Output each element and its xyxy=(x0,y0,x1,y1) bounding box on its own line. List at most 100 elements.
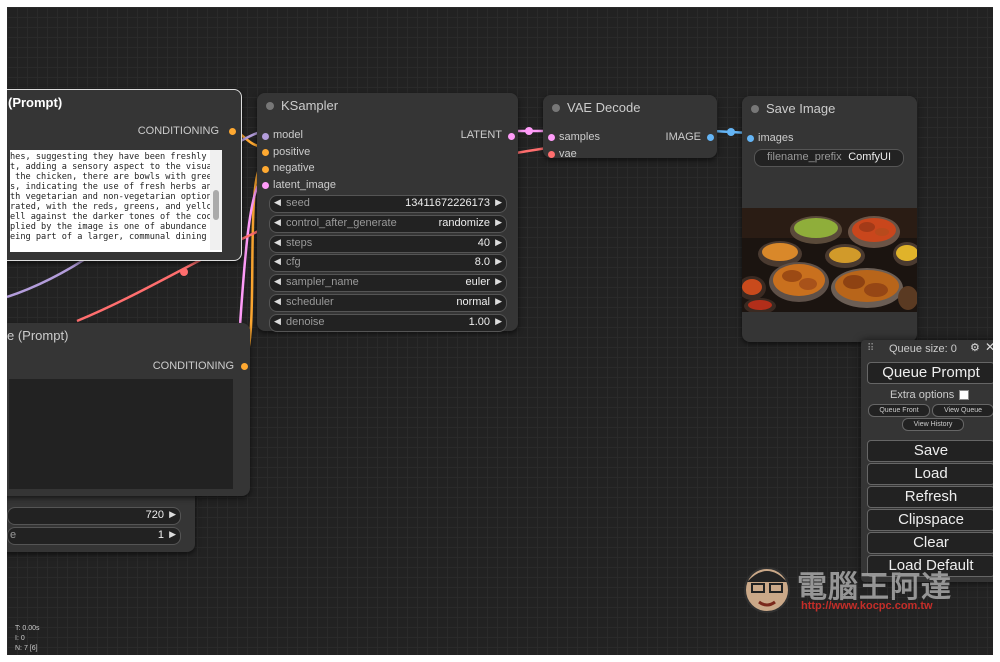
input-model-label: model xyxy=(273,129,303,141)
wire-image-dot xyxy=(727,128,735,136)
input-negative-pin[interactable] xyxy=(262,166,269,173)
save-button[interactable]: Save xyxy=(867,440,993,462)
ksampler-node[interactable]: KSampler model positive negative latent_… xyxy=(257,93,518,332)
widget-sampler-name[interactable]: ◀ sampler_name euler ▶ xyxy=(269,274,507,292)
arrow-right-icon[interactable]: ▶ xyxy=(495,296,502,307)
arrow-left-icon[interactable]: ◀ xyxy=(274,296,281,307)
arrow-right-icon[interactable]: ▶ xyxy=(495,237,502,248)
node-title: Save Image xyxy=(766,101,836,116)
widget-value: 8.0 xyxy=(474,256,490,268)
widget-value: euler xyxy=(465,276,490,288)
arrow-right-icon[interactable]: ▶ xyxy=(169,529,176,540)
node-title-bar[interactable]: Save Image xyxy=(742,96,917,122)
clear-button[interactable]: Clear xyxy=(867,532,993,554)
stats-iterations: I: 0 xyxy=(15,635,25,642)
widget-label: denoise xyxy=(286,316,325,328)
clipspace-button[interactable]: Clipspace xyxy=(867,509,993,531)
arrow-left-icon[interactable]: ◀ xyxy=(274,217,281,228)
arrow-left-icon[interactable]: ◀ xyxy=(274,237,281,248)
widget-batch-value: 1 xyxy=(157,529,164,541)
input-negative-label: negative xyxy=(273,162,315,174)
arrow-right-icon[interactable]: ▶ xyxy=(495,217,502,228)
prompt-textarea[interactable]: hes, suggesting they have been freshly t… xyxy=(10,150,222,252)
input-images-pin[interactable] xyxy=(747,135,754,142)
node-title: (Prompt) xyxy=(8,95,63,110)
vae-decode-node[interactable]: VAE Decode samples vae IMAGE xyxy=(543,95,717,160)
widget-label: cfg xyxy=(286,256,301,268)
output-image-label: IMAGE xyxy=(665,131,701,143)
collapse-dot-icon[interactable] xyxy=(751,105,759,113)
node-title-bar[interactable]: e (Prompt) xyxy=(7,323,250,349)
widget-value: normal xyxy=(456,296,490,308)
arrow-left-icon[interactable]: ◀ xyxy=(274,197,281,208)
widget-label: scheduler xyxy=(286,296,334,308)
output-image-pin[interactable] xyxy=(707,134,714,141)
widget-label: seed xyxy=(286,197,310,209)
widget-height-value: 720 xyxy=(145,509,164,521)
arrow-right-icon[interactable]: ▶ xyxy=(495,276,502,287)
queue-front-button[interactable]: Queue Front xyxy=(868,404,930,417)
output-conditioning-label: CONDITIONING xyxy=(137,125,219,137)
widget-label: steps xyxy=(286,237,313,249)
arrow-left-icon[interactable]: ◀ xyxy=(274,276,281,287)
arrow-right-icon[interactable]: ▶ xyxy=(495,316,502,327)
widget-value: 40 xyxy=(477,237,490,249)
node-title-bar[interactable]: (Prompt) xyxy=(7,90,241,116)
extra-options-checkbox[interactable] xyxy=(959,390,969,400)
wire-reroute-dot xyxy=(180,268,188,276)
arrow-right-icon[interactable]: ▶ xyxy=(169,509,176,520)
generated-image-preview[interactable] xyxy=(742,208,917,312)
output-conditioning-pin[interactable] xyxy=(229,128,236,135)
input-samples-label: samples xyxy=(559,131,600,143)
widget-cfg[interactable]: ◀ cfg 8.0 ▶ xyxy=(269,254,507,272)
arrow-left-icon[interactable]: ◀ xyxy=(274,316,281,327)
queue-menu-panel[interactable]: ⠿ Queue size: 0 ⚙ ✕ Queue Prompt Extra o… xyxy=(861,340,993,582)
widget-filename-prefix[interactable]: filename_prefix ComfyUI xyxy=(754,149,904,167)
widget-denoise[interactable]: ◀ denoise 1.00 ▶ xyxy=(269,314,507,332)
site-watermark: 電腦王阿達 http://www.kocpc.com.tw xyxy=(739,560,979,620)
widget-seed[interactable]: ◀ seed 13411672226173 ▶ xyxy=(269,195,507,213)
prompt-node-positive[interactable]: (Prompt) CONDITIONING hes, suggesting th… xyxy=(7,89,242,261)
input-latent-image-pin[interactable] xyxy=(262,182,269,189)
arrow-right-icon[interactable]: ▶ xyxy=(495,197,502,208)
widget-value: 13411672226173 xyxy=(405,197,490,209)
textarea-scrollbar[interactable] xyxy=(210,150,222,250)
stats-nodes: N: 7 [6] xyxy=(15,645,38,652)
view-history-button[interactable]: View History xyxy=(902,418,964,431)
arrow-right-icon[interactable]: ▶ xyxy=(495,256,502,267)
drag-handle-icon[interactable]: ⠿ xyxy=(867,343,874,354)
node-graph-canvas[interactable]: (Prompt) CONDITIONING hes, suggesting th… xyxy=(7,7,993,655)
mascot-logo xyxy=(744,567,790,613)
save-image-node[interactable]: Save Image images filename_prefix ComfyU… xyxy=(742,96,917,342)
output-latent-pin[interactable] xyxy=(508,133,515,140)
extra-options-label: Extra options xyxy=(890,389,955,401)
widget-steps[interactable]: ◀ steps 40 ▶ xyxy=(269,235,507,253)
widget-height[interactable]: 720 ▶ xyxy=(7,507,181,525)
close-icon[interactable]: ✕ xyxy=(985,340,993,354)
node-title-bar[interactable]: VAE Decode xyxy=(543,95,717,121)
gear-icon[interactable]: ⚙ xyxy=(970,341,980,354)
view-queue-button[interactable]: View Queue xyxy=(932,404,993,417)
load-button[interactable]: Load xyxy=(867,463,993,485)
collapse-dot-icon[interactable] xyxy=(552,104,560,112)
widget-control-after-generate[interactable]: ◀ control_after_generate randomize ▶ xyxy=(269,215,507,233)
collapse-dot-icon[interactable] xyxy=(266,102,274,110)
scrollbar-thumb[interactable] xyxy=(213,190,219,220)
output-conditioning-pin[interactable] xyxy=(241,363,248,370)
widget-scheduler[interactable]: ◀ scheduler normal ▶ xyxy=(269,294,507,312)
widget-label: control_after_generate xyxy=(286,217,397,229)
prompt-textarea[interactable] xyxy=(9,379,233,489)
queue-prompt-button[interactable]: Queue Prompt xyxy=(867,362,993,384)
input-images-label: images xyxy=(758,132,794,144)
input-samples-pin[interactable] xyxy=(548,134,555,141)
input-vae-pin[interactable] xyxy=(548,151,555,158)
widget-batch-size[interactable]: e 1 ▶ xyxy=(7,527,181,545)
refresh-button[interactable]: Refresh xyxy=(867,486,993,508)
prompt-node-negative[interactable]: e (Prompt) CONDITIONING xyxy=(7,323,250,496)
input-model-pin[interactable] xyxy=(262,133,269,140)
node-title-bar[interactable]: KSampler xyxy=(257,93,518,119)
input-positive-pin[interactable] xyxy=(262,149,269,156)
input-vae-label: vae xyxy=(559,148,577,160)
widget-value: randomize xyxy=(438,217,490,229)
arrow-left-icon[interactable]: ◀ xyxy=(274,256,281,267)
